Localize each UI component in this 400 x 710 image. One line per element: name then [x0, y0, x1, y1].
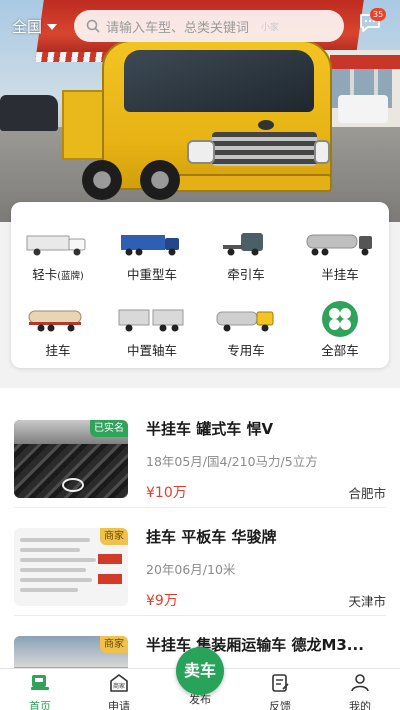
user-icon [351, 674, 369, 692]
list-item[interactable]: 已实名 半挂车 罐式车 悍V 18年05月/国4/210马力/5立方 ¥10万 … [0, 388, 400, 508]
banner-van [338, 95, 388, 123]
listing-title: 挂车 平板车 华骏牌 [146, 528, 277, 546]
listing-spec: 20年06月/10米 [146, 562, 236, 577]
feedback-icon [272, 674, 289, 692]
svg-text:商家: 商家 [113, 682, 125, 690]
category-light-truck[interactable]: 轻卡(蓝牌) [11, 222, 105, 284]
category-heavy-truck[interactable]: 中重型车 [105, 222, 199, 284]
message-button[interactable]: 35 [358, 8, 387, 38]
special-vehicle-icon [216, 311, 274, 332]
category-all[interactable]: 全部车 [293, 298, 387, 360]
category-trailer[interactable]: 挂车 [11, 298, 105, 360]
category-label: 中置轴车 [126, 343, 177, 358]
listing-thumbnail: 商家 [14, 528, 128, 606]
caret-down-icon [47, 23, 58, 30]
region-label: 全国 [12, 18, 43, 36]
category-tractor[interactable]: 牵引车 [199, 222, 293, 284]
banner-car [0, 95, 58, 131]
listing-spec: 18年05月/国4/210马力/5立方 [146, 454, 318, 469]
nav-apply[interactable]: 商家 申请 [89, 673, 149, 710]
dump-truck-icon [121, 235, 179, 256]
home-truck-icon [31, 675, 49, 690]
region-selector[interactable]: 全国 [12, 16, 58, 37]
listing-title: 半挂车 罐式车 悍V [146, 420, 274, 438]
nav-label: 首页 [29, 700, 51, 710]
nav-feedback[interactable]: 反馈 [250, 673, 310, 710]
nav-label: 我的 [349, 700, 371, 710]
search-placeholder: 请输入车型、总类关键词 [106, 20, 250, 36]
category-label-suffix: (蓝牌) [57, 271, 84, 282]
search-icon [86, 19, 100, 33]
category-grid: 轻卡(蓝牌) 中重型车 牵引车 半挂车 挂车 中置轴车 专用车 全部车 [11, 202, 389, 368]
category-semi-trailer[interactable]: 半挂车 [293, 222, 387, 284]
message-badge: 35 [370, 8, 387, 21]
listing-thumbnail: 已实名 [14, 420, 128, 498]
nav-label: 反馈 [269, 700, 291, 710]
category-label: 轻卡 [32, 267, 58, 282]
verified-badge: 已实名 [90, 420, 128, 437]
center-axle-truck-icon [118, 309, 184, 332]
category-special[interactable]: 专用车 [199, 298, 293, 360]
nav-label: 申请 [108, 700, 130, 710]
category-label: 挂车 [45, 343, 71, 358]
banner-sign [330, 55, 400, 69]
nav-home[interactable]: 首页 [10, 673, 70, 710]
merchant-badge: 商家 [100, 636, 128, 653]
category-label: 半挂车 [321, 267, 359, 282]
semi-trailer-icon [306, 234, 372, 256]
banner-truck-image [62, 40, 337, 200]
category-center-axle[interactable]: 中置轴车 [105, 298, 199, 360]
shop-icon: 商家 [110, 674, 128, 692]
search-input[interactable]: 请输入车型、总类关键词 小家 [74, 10, 344, 42]
listing-feed: 已实名 半挂车 罐式车 悍V 18年05月/国4/210马力/5立方 ¥10万 … [0, 388, 400, 668]
category-label: 全部车 [321, 343, 359, 358]
list-item[interactable]: 商家 挂车 平板车 华骏牌 20年06月/10米 ¥9万 天津市 [0, 496, 400, 616]
category-label: 专用车 [227, 343, 265, 358]
category-label: 中重型车 [126, 267, 177, 282]
listing-title: 半挂车 集装厢运输车 德龙M3... [146, 636, 364, 654]
tractor-truck-icon [223, 233, 263, 256]
category-label: 牵引车 [227, 267, 265, 282]
nav-mine[interactable]: 我的 [330, 673, 390, 710]
search-ad-text: 小家 [261, 22, 280, 33]
all-vehicles-icon [322, 301, 358, 337]
merchant-badge: 商家 [100, 528, 128, 545]
light-truck-icon [26, 235, 86, 256]
tank-trailer-icon [28, 310, 82, 332]
listing-thumbnail: 商家 [14, 636, 128, 668]
top-bar: 全国 请输入车型、总类关键词 小家 35 [0, 8, 400, 44]
sell-car-button[interactable]: 卖车 [176, 647, 224, 695]
